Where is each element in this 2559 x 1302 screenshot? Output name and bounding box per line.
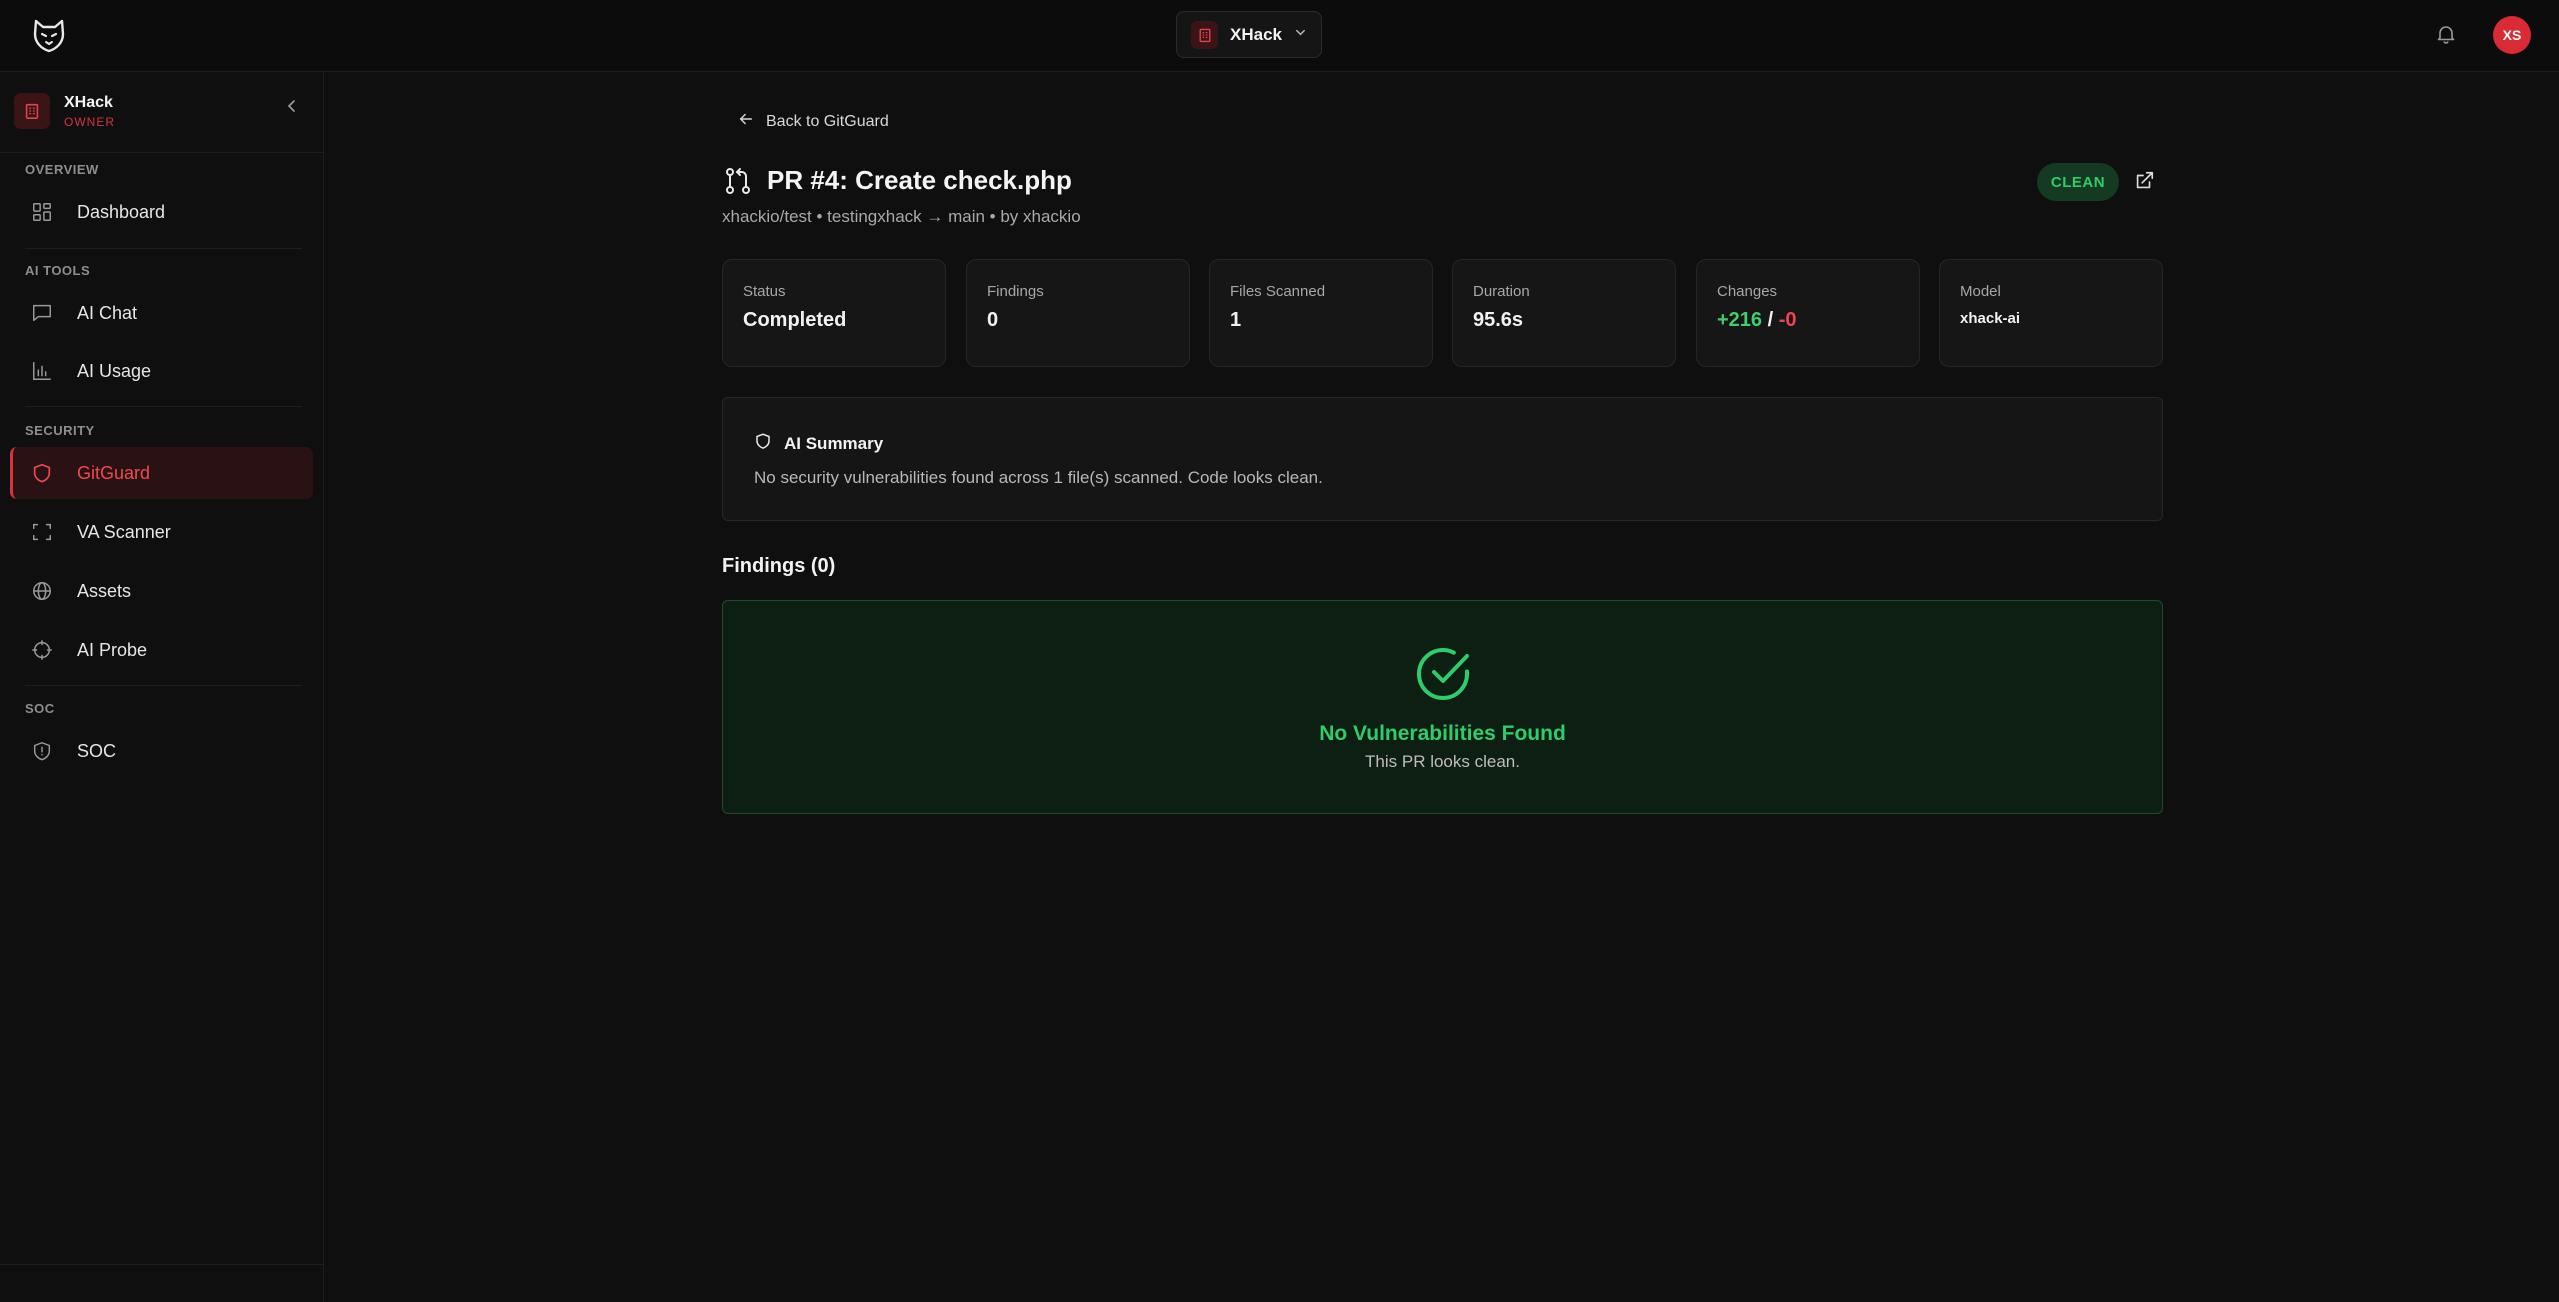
deletions-count: -0 <box>1778 309 1797 331</box>
changes-separator: / <box>1767 309 1774 331</box>
shield-icon <box>30 461 54 485</box>
crosshair-icon <box>30 638 54 662</box>
workspace-name: XHack <box>64 93 113 111</box>
git-pull-request-icon <box>724 166 752 196</box>
sidebar-item-dashboard[interactable]: Dashboard <box>10 186 313 238</box>
divider <box>25 685 302 686</box>
org-switcher[interactable]: XHack <box>1176 11 1322 58</box>
user-avatar[interactable]: XS <box>2493 16 2531 54</box>
section-label-overview: OVERVIEW <box>25 162 99 177</box>
empty-state-title: No Vulnerabilities Found <box>1319 722 1566 745</box>
stat-value: 1 <box>1230 309 1242 331</box>
workspace-role: OWNER <box>64 114 115 129</box>
sidebar-item-ai-usage[interactable]: AI Usage <box>10 345 313 397</box>
chat-icon <box>30 301 54 325</box>
stat-label: Files Scanned <box>1230 283 1326 300</box>
sidebar-item-label: AI Probe <box>77 639 148 660</box>
section-label-soc: SOC <box>25 701 55 716</box>
globe-icon <box>30 579 54 603</box>
sidebar-item-label: AI Usage <box>77 360 152 381</box>
ai-summary-card: AI Summary No security vulnerabilities f… <box>722 397 2163 521</box>
sidebar-item-label: AI Chat <box>77 302 138 323</box>
shield-alert-icon <box>30 739 54 763</box>
stat-value: xhack-ai <box>1960 310 2021 327</box>
stat-card-status: Status Completed <box>722 259 946 367</box>
section-label-security: SECURITY <box>25 423 95 438</box>
pr-meta: xhackio/test • testingxhack → main • by … <box>722 207 1081 226</box>
stat-label: Status <box>743 283 786 300</box>
sidebar-item-ai-chat[interactable]: AI Chat <box>10 287 313 339</box>
stat-value: 0 <box>987 309 999 331</box>
section-label-ai-tools: AI TOOLS <box>25 263 91 278</box>
stat-label: Findings <box>987 283 1044 300</box>
ai-summary-header: AI Summary <box>754 432 883 455</box>
divider <box>25 248 302 249</box>
status-badge: CLEAN <box>2037 163 2119 201</box>
org-switcher-name: XHack <box>1230 24 1282 44</box>
additions-count: +216 <box>1717 309 1763 331</box>
sidebar-item-assets[interactable]: Assets <box>10 565 313 617</box>
divider <box>25 406 302 407</box>
sidebar-item-gitguard[interactable]: GitGuard <box>10 447 313 499</box>
stat-label: Changes <box>1717 283 1778 300</box>
sidebar-item-label: Dashboard <box>77 201 166 222</box>
stat-card-model: Model xhack-ai <box>1939 259 2163 367</box>
findings-empty-state: No Vulnerabilities Found This PR looks c… <box>722 600 2163 814</box>
divider <box>0 1264 323 1265</box>
sidebar-item-va-scanner[interactable]: VA Scanner <box>10 506 313 558</box>
sidebar-item-label: GitGuard <box>77 462 151 483</box>
sidebar-item-soc[interactable]: SOC <box>10 725 313 777</box>
sidebar: XHack OWNER OVERVIEW Dashboard AI TOOLS … <box>0 72 324 1302</box>
page-title: PR #4: Create check.php <box>767 165 1072 195</box>
building-icon <box>14 93 50 129</box>
stat-label: Duration <box>1473 283 1530 300</box>
empty-state-subtitle: This PR looks clean. <box>1365 752 1520 771</box>
findings-heading: Findings (0) <box>722 555 836 577</box>
divider <box>0 152 323 153</box>
arrow-left-icon <box>738 111 754 132</box>
ai-summary-text: No security vulnerabilities found across… <box>754 468 1323 487</box>
stat-card-duration: Duration 95.6s <box>1452 259 1676 367</box>
chevron-down-icon <box>1294 26 1307 44</box>
workspace-selector[interactable]: XHack OWNER <box>14 86 310 136</box>
ai-summary-title: AI Summary <box>784 433 884 453</box>
stat-card-files-scanned: Files Scanned 1 <box>1209 259 1433 367</box>
sidebar-item-label: SOC <box>77 740 117 761</box>
shield-icon <box>754 432 772 455</box>
back-to-gitguard-link[interactable]: Back to GitGuard <box>738 111 889 132</box>
stat-value: 95.6s <box>1473 309 1524 331</box>
stat-label: Model <box>1960 283 2001 300</box>
external-link-icon[interactable] <box>2133 170 2157 194</box>
stat-card-findings: Findings 0 <box>966 259 1190 367</box>
sidebar-item-ai-probe[interactable]: AI Probe <box>10 624 313 676</box>
scan-icon <box>30 520 54 544</box>
app-logo-icon[interactable] <box>30 16 68 54</box>
collapse-sidebar-chevron-left-icon[interactable] <box>282 96 302 116</box>
check-circle-icon <box>1413 644 1473 704</box>
bar-chart-icon <box>30 359 54 383</box>
stat-card-changes: Changes +216 / -0 <box>1696 259 1920 367</box>
notifications-bell-icon[interactable] <box>2434 22 2458 46</box>
building-icon <box>1191 20 1219 49</box>
stat-value-changes: +216 / -0 <box>1717 309 1899 332</box>
grid-icon <box>30 200 54 224</box>
stat-value: Completed <box>743 309 847 331</box>
back-link-label: Back to GitGuard <box>766 112 889 130</box>
top-bar: XHack XS <box>0 0 2559 72</box>
sidebar-item-label: Assets <box>77 580 132 601</box>
sidebar-item-label: VA Scanner <box>77 521 171 542</box>
